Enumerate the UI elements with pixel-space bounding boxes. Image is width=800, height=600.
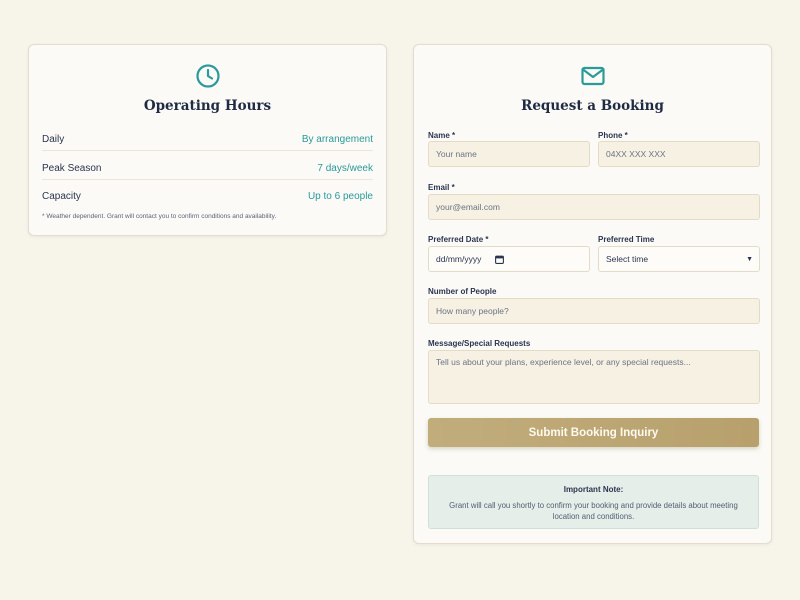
time-select-value: Select time: [606, 254, 649, 264]
message-textarea[interactable]: Tell us about your plans, experience lev…: [428, 350, 760, 404]
hours-row-value: 7 days/week: [317, 162, 373, 174]
people-input[interactable]: How many people?: [428, 298, 760, 324]
time-select[interactable]: Select time ▼: [598, 246, 760, 272]
hours-row-daily: Daily By arrangement: [42, 125, 373, 153]
hours-row-label: Daily: [42, 133, 65, 145]
weather-note: * Weather dependent. Grant will contact …: [42, 213, 277, 220]
booking-title: Request a Booking: [521, 98, 664, 114]
date-input[interactable]: dd/mm/yyyy: [428, 246, 590, 272]
message-label: Message/Special Requests: [428, 339, 531, 348]
chevron-down-icon: ▼: [746, 255, 753, 263]
time-label: Preferred Time: [598, 235, 655, 244]
operating-hours-card: Operating Hours Daily By arrangement Pea…: [28, 44, 387, 236]
calendar-icon[interactable]: [495, 255, 504, 264]
date-value: dd/mm/yyyy: [436, 254, 482, 264]
name-input[interactable]: Your name: [428, 141, 590, 167]
note-text: Grant will call you shortly to confirm y…: [449, 501, 738, 521]
hours-row-label: Capacity: [42, 190, 81, 202]
booking-card: Request a Booking Name * Your name Phone…: [413, 44, 772, 544]
name-label: Name *: [428, 131, 456, 140]
operating-hours-title: Operating Hours: [143, 98, 272, 114]
hours-row-label: Peak Season: [42, 162, 102, 174]
hours-row-value: Up to 6 people: [307, 190, 373, 202]
divider: [42, 179, 373, 180]
mail-icon: [580, 66, 605, 86]
email-input[interactable]: your@email.com: [428, 194, 760, 220]
submit-booking-button[interactable]: Submit Booking Inquiry: [428, 418, 759, 447]
email-label: Email *: [428, 183, 455, 192]
people-label: Number of People: [428, 287, 497, 296]
divider: [42, 150, 373, 151]
clock-icon: [195, 64, 220, 88]
important-note-box: Important Note: Grant will call you shor…: [428, 475, 759, 529]
date-label: Preferred Date *: [428, 235, 489, 244]
hours-row-value: By arrangement: [301, 133, 373, 145]
hours-row-peak-season: Peak Season 7 days/week: [42, 154, 373, 182]
hours-row-capacity: Capacity Up to 6 people: [42, 182, 373, 210]
phone-input[interactable]: 04XX XXX XXX: [598, 141, 760, 167]
note-title: Important Note:: [563, 485, 624, 494]
phone-label: Phone *: [598, 131, 628, 140]
